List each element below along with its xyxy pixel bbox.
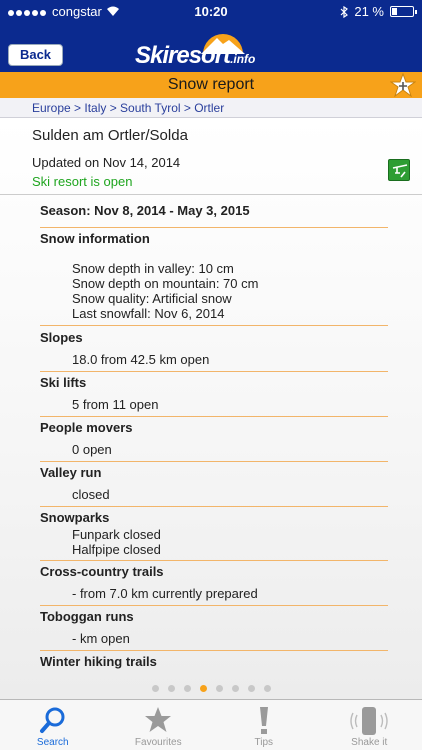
people-movers-title: People movers	[40, 420, 133, 435]
season: Season: Nov 8, 2014 - May 3, 2015	[40, 203, 250, 218]
resort-name: Sulden am Ortler/Solda	[32, 127, 188, 144]
back-button[interactable]: Back	[8, 44, 63, 66]
divider	[40, 461, 388, 462]
divider	[40, 605, 388, 606]
lifts-title: Ski lifts	[40, 375, 87, 390]
updated-date: Updated on Nov 14, 2014	[32, 155, 181, 170]
valley-run-title: Valley run	[40, 465, 102, 480]
page-dot[interactable]	[183, 685, 191, 692]
shake-phone-icon	[350, 707, 388, 735]
slopes-value: 18.0 from 42.5 km open	[72, 352, 210, 367]
page-title: Snow report	[167, 76, 255, 93]
star-plus-icon[interactable]	[390, 73, 416, 97]
lifts-value: 5 from 11 open	[72, 397, 159, 412]
page-dot[interactable]	[247, 685, 255, 692]
toboggan-value: - km open	[72, 631, 130, 646]
bluetooth-icon	[340, 5, 349, 18]
search-icon	[39, 707, 65, 733]
divider	[40, 325, 388, 326]
snow-info-title: Snow information	[40, 231, 150, 246]
divider	[40, 227, 388, 228]
tab-search[interactable]: Search	[0, 700, 106, 750]
divider	[40, 416, 388, 417]
page-dot-active[interactable]	[199, 685, 207, 692]
resort-status: Ski resort is open	[32, 174, 133, 189]
title-bar: Snow report	[0, 72, 422, 98]
tab-label: Favourites	[134, 737, 182, 748]
skiresort-logo: Skiresort.info	[135, 28, 305, 72]
snow-depth-valley: Snow depth in valley: 10 cm	[72, 261, 234, 276]
tab-bar: Search Favourites Tips Shake it	[0, 699, 422, 750]
tab-shake-it[interactable]: Shake it	[317, 700, 422, 750]
star-icon	[145, 707, 172, 732]
status-bar: congstar 10:20 21 %	[0, 0, 422, 22]
last-snowfall: Last snowfall: Nov 6, 2014	[72, 306, 225, 321]
divider	[40, 560, 388, 561]
snowparks-title: Snowparks	[40, 510, 110, 525]
tab-label: Shake it	[351, 737, 388, 748]
divider	[0, 194, 422, 195]
divider	[40, 506, 388, 507]
people-movers-value: 0 open	[72, 442, 112, 457]
crosscountry-value: - from 7.0 km currently prepared	[72, 586, 258, 601]
battery-icon	[390, 6, 417, 17]
breadcrumb[interactable]: Europe > Italy > South Tyrol > Ortler	[0, 98, 422, 118]
logo-text: Skiresort	[135, 42, 231, 69]
divider	[40, 371, 388, 372]
valley-run-value: closed	[72, 487, 110, 502]
page-dot[interactable]	[263, 685, 271, 692]
battery-percent: 21 %	[354, 4, 384, 19]
snow-report-content[interactable]: Sulden am Ortler/Solda Updated on Nov 14…	[0, 119, 422, 699]
snow-quality: Snow quality: Artificial snow	[72, 291, 232, 306]
tab-tips[interactable]: Tips	[211, 700, 317, 750]
toboggan-title: Toboggan runs	[40, 609, 134, 624]
winter-hiking-title: Winter hiking trails	[40, 654, 157, 669]
page-dot[interactable]	[215, 685, 223, 692]
exclamation-icon	[259, 707, 268, 734]
page-dot[interactable]	[231, 685, 239, 692]
tab-label: Tips	[254, 737, 274, 748]
page-dot[interactable]	[167, 685, 175, 692]
lift-open-icon	[388, 159, 410, 181]
halfpipe-status: Halfpipe closed	[72, 542, 161, 557]
page-indicator[interactable]	[0, 685, 422, 692]
crosscountry-title: Cross-country trails	[40, 564, 164, 579]
slopes-title: Slopes	[40, 330, 83, 345]
snow-depth-mountain: Snow depth on mountain: 70 cm	[72, 276, 259, 291]
logo-suffix: .info	[230, 52, 256, 66]
app-header: Back Skiresort.info	[0, 22, 422, 72]
funpark-status: Funpark closed	[72, 527, 161, 542]
tab-favourites[interactable]: Favourites	[106, 700, 212, 750]
tab-label: Search	[36, 737, 69, 748]
page-dot[interactable]	[151, 685, 159, 692]
divider	[40, 650, 388, 651]
